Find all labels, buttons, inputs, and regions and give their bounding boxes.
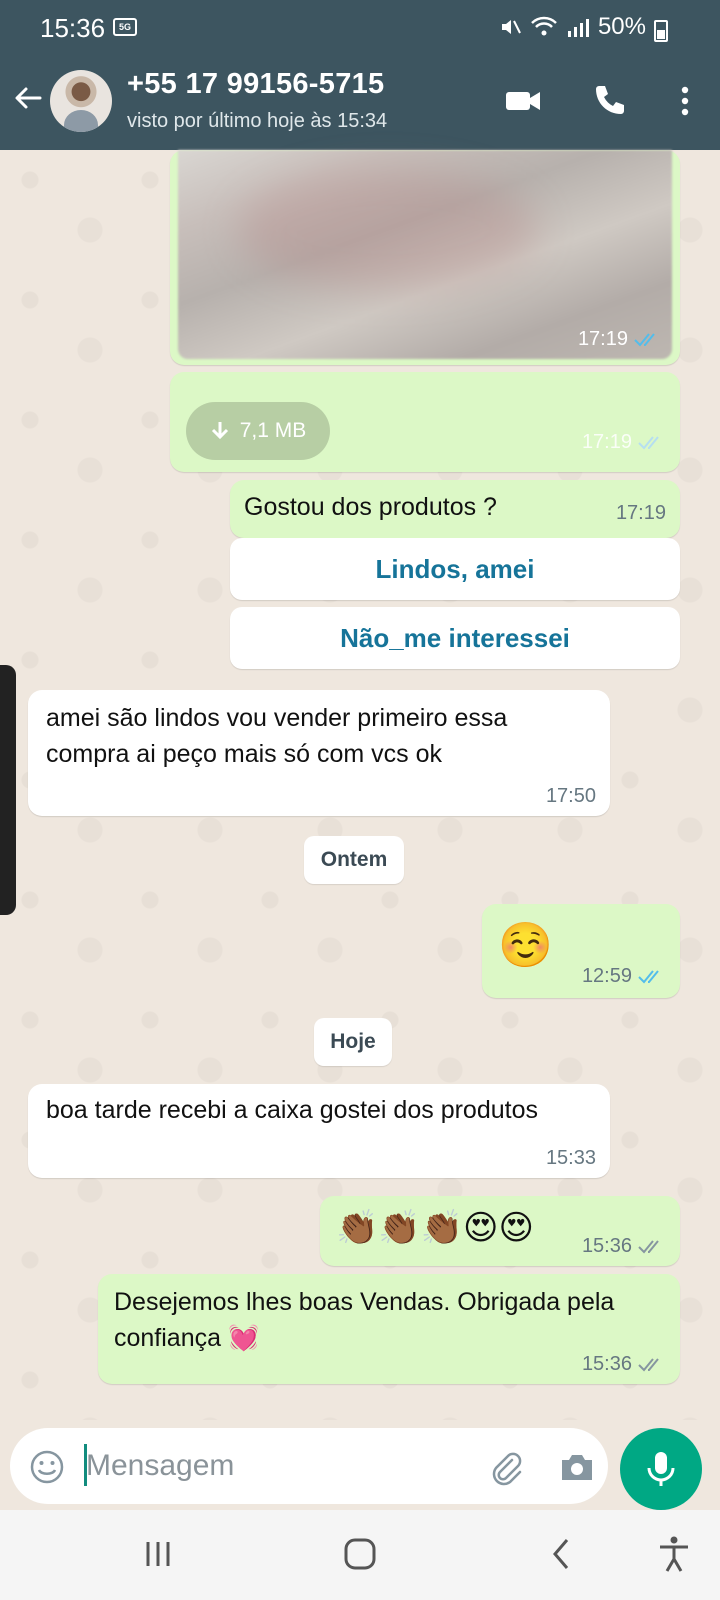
chat-area[interactable]: 17:19 7,1 MB 17:19 Gostou dos produtos ?… <box>0 150 720 1420</box>
camera-icon[interactable] <box>558 1448 596 1486</box>
read-ticks-icon <box>634 332 655 346</box>
video-call-icon[interactable] <box>504 82 542 120</box>
message-time: 17:19 <box>581 431 632 453</box>
message-text: Gostou dos produtos ? <box>244 493 497 521</box>
status-time: 15:36 <box>40 13 106 43</box>
microphone-icon <box>647 1452 675 1486</box>
delivered-ticks-icon <box>638 1357 659 1371</box>
message-text: boa tarde recebi a caixa gostei dos prod… <box>46 1096 538 1124</box>
last-seen-status: visto por último hoje às 15:34 <box>127 110 388 132</box>
avatar[interactable] <box>50 70 112 132</box>
recent-apps-icon[interactable] <box>136 1532 180 1576</box>
back-nav-icon[interactable] <box>540 1532 584 1576</box>
sim-icon: 5G <box>113 18 137 36</box>
image-message[interactable]: 17:19 <box>170 150 680 365</box>
status-icons: 50% <box>498 13 668 41</box>
message-text: 👏🏾👏🏾👏🏾😍😍 <box>336 1209 534 1247</box>
outgoing-emoji-message[interactable]: 👏🏾👏🏾👏🏾😍😍 15:36 <box>320 1196 680 1266</box>
question-message[interactable]: Gostou dos produtos ? 17:19 <box>230 480 680 538</box>
message-time: 12:59 <box>581 965 632 987</box>
message-time: 15:33 <box>545 1147 596 1169</box>
message-time: 17:19 <box>615 502 666 524</box>
contact-name[interactable]: +55 17 99156-5715 <box>127 68 384 101</box>
read-ticks-icon <box>638 435 659 449</box>
message-meta: 15:36 <box>582 1353 664 1376</box>
microphone-button[interactable] <box>620 1428 702 1510</box>
composer-bar <box>0 1420 720 1510</box>
message-text: Desejemos lhes boas Vendas. Obrigada pel… <box>114 1288 615 1352</box>
incoming-message[interactable]: amei são lindos vou vender primeiro essa… <box>28 690 610 816</box>
download-button[interactable]: 7,1 MB <box>186 402 330 460</box>
incoming-message[interactable]: boa tarde recebi a caixa gostei dos prod… <box>28 1084 610 1178</box>
file-meta: 17:19 <box>582 431 664 454</box>
file-message[interactable]: 7,1 MB 17:19 <box>170 372 680 472</box>
message-meta: 15:36 <box>582 1235 664 1258</box>
arrow-left-icon[interactable] <box>12 82 44 114</box>
more-vert-icon[interactable] <box>666 82 704 120</box>
message-time: 17:50 <box>545 785 596 807</box>
message-input[interactable] <box>86 1442 466 1490</box>
edge-panel-handle[interactable] <box>0 665 16 915</box>
image-meta: 17:19 <box>578 328 660 351</box>
quick-reply-nao-me-interessei[interactable]: Não_me interessei <box>230 607 680 669</box>
quick-reply-lindos-amei[interactable]: Lindos, amei <box>230 538 680 600</box>
system-nav-bar <box>0 1510 720 1600</box>
message-input-container[interactable] <box>10 1428 608 1504</box>
message-time: 17:19 <box>577 328 628 350</box>
status-bar: 15:36 5G 50% <box>0 0 720 52</box>
signal-icon <box>567 19 589 37</box>
outgoing-emoji-message[interactable]: ☺️ 12:59 <box>482 904 680 998</box>
wifi-icon <box>531 16 557 36</box>
home-icon[interactable] <box>338 1532 382 1576</box>
emoji-icon[interactable] <box>28 1448 66 1486</box>
message-text: ☺️ <box>498 921 553 970</box>
battery-icon <box>654 20 668 42</box>
top-bar: 15:36 5G 50% +55 17 99156-5715 visto por… <box>0 0 720 150</box>
message-meta: 12:59 <box>582 965 664 988</box>
delivered-ticks-icon <box>638 1239 659 1253</box>
file-size: 7,1 MB <box>239 419 307 442</box>
message-text: amei são lindos vou vender primeiro essa… <box>46 704 508 768</box>
message-time: 15:36 <box>581 1235 632 1257</box>
message-time: 15:36 <box>581 1353 632 1375</box>
date-separator: Hoje <box>314 1018 392 1066</box>
read-ticks-icon <box>638 969 659 983</box>
accessibility-icon[interactable] <box>652 1532 696 1576</box>
date-separator: Ontem <box>304 836 404 884</box>
download-icon <box>211 422 228 440</box>
paperclip-icon[interactable] <box>486 1448 524 1486</box>
battery-percent: 50% <box>597 13 646 40</box>
phone-icon[interactable] <box>590 82 628 120</box>
outgoing-message[interactable]: Desejemos lhes boas Vendas. Obrigada pel… <box>98 1274 680 1384</box>
mute-icon <box>501 20 521 34</box>
chat-header: +55 17 99156-5715 visto por último hoje … <box>0 52 720 150</box>
